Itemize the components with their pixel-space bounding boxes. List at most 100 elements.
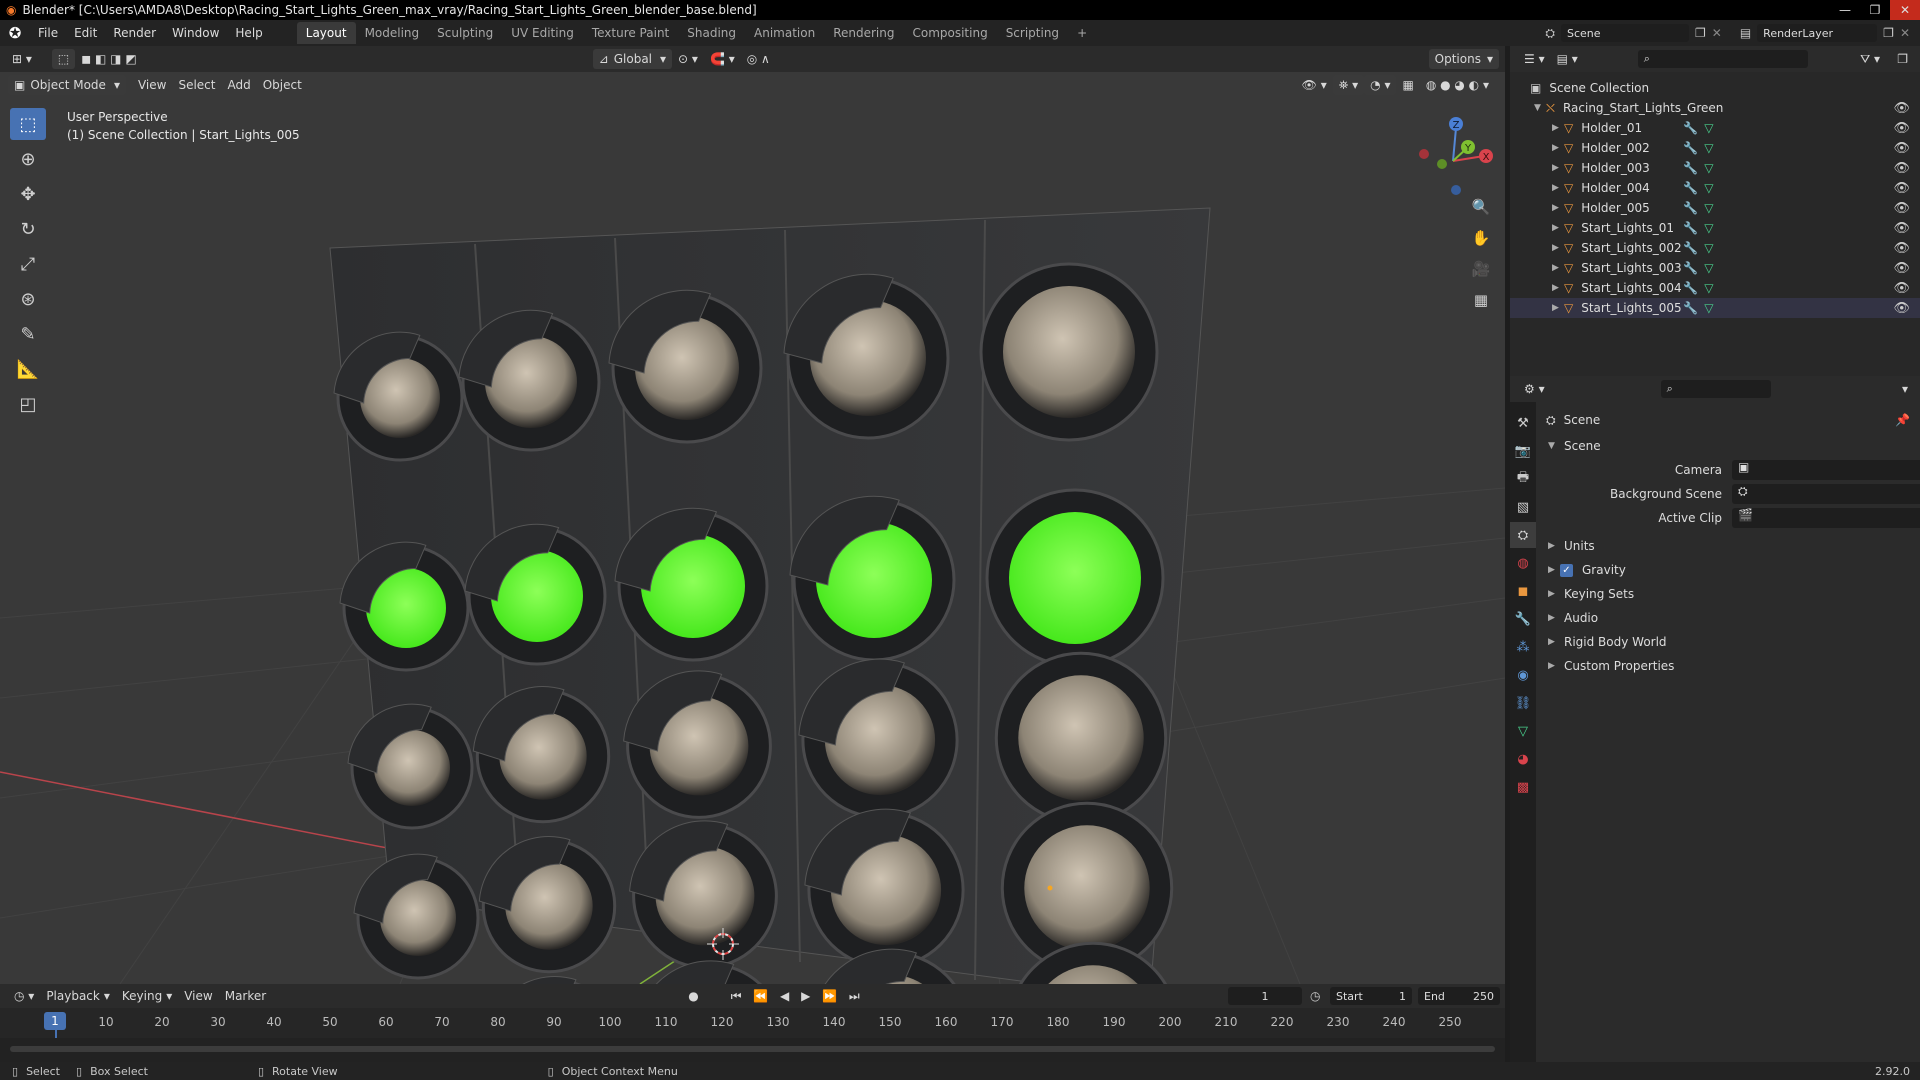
current-frame-field[interactable]: 1 (1228, 987, 1302, 1005)
visibility-eye-icon[interactable]: 👁 (1893, 261, 1910, 276)
proportional-editing-icon[interactable]: ◎ ∧ (741, 49, 776, 69)
mesh-data-icon[interactable]: ▽ (1704, 221, 1713, 235)
playback-controls[interactable]: ⏮ ⏪ ◀ ▶ ⏩ ⏭ (725, 986, 870, 1006)
mesh-data-icon[interactable]: ▽ (1704, 181, 1713, 195)
outliner-item[interactable]: ▶ ▽ Holder_01 🔧 ▽ 👁 (1510, 118, 1920, 138)
collection-row[interactable]: ▼ ⛌ Racing_Start_Lights_Green 👁 (1510, 98, 1920, 118)
gravity-checkbox[interactable]: ✓ (1560, 563, 1573, 577)
outliner-item[interactable]: ▶ ▽ Holder_003 🔧 ▽ 👁 (1510, 158, 1920, 178)
pivot-point-icon[interactable]: ⊙ ▾ (672, 49, 704, 69)
maximize-button[interactable]: ❐ (1860, 0, 1890, 20)
scene-tab-icon[interactable]: ⛭ (1510, 522, 1536, 548)
expand-right-icon[interactable]: ▶ (1552, 143, 1564, 153)
properties-editor-type-icon[interactable]: ⚙ ▾ (1518, 379, 1551, 399)
outliner-item[interactable]: ▶ ▽ Start_Lights_01 🔧 ▽ 👁 (1510, 218, 1920, 238)
modifier-tab-icon[interactable]: 🔧 (1510, 606, 1536, 632)
tab-rendering[interactable]: Rendering (824, 22, 903, 44)
visibility-eye-icon[interactable]: 👁 (1893, 241, 1910, 256)
visibility-eye-icon[interactable]: 👁 (1893, 121, 1910, 136)
blender-menu-icon[interactable]: ✪ (0, 24, 30, 42)
section-gravity[interactable]: ▶ ✓ Gravity (1542, 558, 1920, 582)
mesh-data-icon[interactable]: ▽ (1704, 161, 1713, 175)
tab-sculpting[interactable]: Sculpting (428, 22, 502, 44)
active-clip-field[interactable]: 🎬 (1732, 508, 1920, 528)
mesh-data-icon[interactable]: ▽ (1704, 301, 1713, 315)
renderlayer-field[interactable]: RenderLayer (1757, 24, 1878, 42)
properties-search-input[interactable]: ⌕ (1660, 380, 1771, 398)
world-tab-icon[interactable]: ◍ (1510, 550, 1536, 576)
outliner-item[interactable]: ▶ ▽ Holder_002 🔧 ▽ 👁 (1510, 138, 1920, 158)
cursor-tool-icon[interactable]: ⊕ (10, 143, 46, 175)
move-tool-icon[interactable]: ✥ (10, 178, 46, 210)
section-custom-properties[interactable]: ▶ Custom Properties (1542, 654, 1920, 678)
camera-field[interactable]: ▣ ✎ (1732, 460, 1920, 480)
constraints-tab-icon[interactable]: ⛓ (1510, 690, 1536, 716)
shading-modes-icons[interactable]: ◍ ● ◕ ◐ ▾ (1420, 75, 1495, 95)
outliner-item[interactable]: ▶ ▽ Holder_004 🔧 ▽ 👁 (1510, 178, 1920, 198)
start-frame-field[interactable]: Start 1 (1330, 987, 1412, 1005)
visibility-icon[interactable]: 👁 ▾ (1296, 75, 1333, 95)
xray-icon[interactable]: ▦ (1396, 75, 1419, 95)
menu-select[interactable]: Select (172, 75, 221, 95)
properties-options-icon[interactable]: ▾ (1896, 379, 1914, 399)
expand-right-icon[interactable]: ▶ (1552, 243, 1564, 253)
mesh-data-icon[interactable]: ▽ (1704, 141, 1713, 155)
tab-layout[interactable]: Layout (296, 22, 356, 44)
tab-scripting[interactable]: Scripting (997, 22, 1068, 44)
outliner-item[interactable]: ▶ ▽ Start_Lights_004 🔧 ▽ 👁 (1510, 278, 1920, 298)
filter-icon[interactable]: ⛛ ▾ (1854, 49, 1886, 69)
modifier-icon[interactable]: 🔧 (1683, 121, 1698, 135)
visibility-eye-icon[interactable]: 👁 (1893, 141, 1910, 156)
view-layer-tab-icon[interactable]: ▧ (1510, 494, 1536, 520)
menu-add[interactable]: Add (221, 75, 256, 95)
mesh-data-icon[interactable]: ▽ (1704, 201, 1713, 215)
menu-window[interactable]: Window (164, 26, 227, 40)
3d-viewport[interactable]: ⊞ ▾ ⬚ ◼ ◧ ◨ ◩ ⊿ Global ▾ ⊙ ▾ 🧲 ▾ ◎ ∧ Opt… (0, 46, 1505, 984)
particles-tab-icon[interactable]: ⁂ (1510, 634, 1536, 660)
tool-tab-icon[interactable]: ⚒ (1510, 410, 1536, 436)
snap-icon[interactable]: 🧲 ▾ (704, 49, 741, 69)
expand-right-icon[interactable]: ▶ (1552, 283, 1564, 293)
tab-modeling[interactable]: Modeling (356, 22, 429, 44)
section-audio[interactable]: ▶ Audio (1542, 606, 1920, 630)
tab-compositing[interactable]: Compositing (903, 22, 996, 44)
modifier-icon[interactable]: 🔧 (1683, 261, 1698, 275)
output-tab-icon[interactable]: 🖶 (1510, 466, 1536, 492)
visibility-eye-icon[interactable]: 👁 (1893, 301, 1910, 316)
playhead-frame[interactable]: 1 (44, 1012, 66, 1030)
scene-collection-row[interactable]: ▣ Scene Collection (1510, 78, 1920, 98)
measure-tool-icon[interactable]: 📐 (10, 353, 46, 385)
modifier-icon[interactable]: 🔧 (1683, 161, 1698, 175)
modifier-icon[interactable]: 🔧 (1683, 141, 1698, 155)
outliner-editor-type-icon[interactable]: ☰ ▾ (1518, 49, 1551, 69)
overlay-toggle-icon[interactable]: ◔ ▾ (1364, 75, 1397, 95)
menu-playback[interactable]: Playback ▾ (40, 986, 116, 1006)
add-workspace-icon[interactable]: + (1068, 22, 1096, 44)
tab-texture-paint[interactable]: Texture Paint (583, 22, 678, 44)
modifier-icon[interactable]: 🔧 (1683, 201, 1698, 215)
scene-field[interactable]: Scene (1561, 24, 1689, 42)
scene-icon[interactable]: ⛭ (1545, 26, 1555, 41)
modifier-icon[interactable]: 🔧 (1683, 181, 1698, 195)
end-frame-field[interactable]: End 250 (1418, 987, 1500, 1005)
object-tab-icon[interactable]: ◼ (1510, 578, 1536, 604)
expand-down-icon[interactable]: ▼ (1534, 103, 1546, 113)
scene-panel-header[interactable]: ▼ Scene (1542, 434, 1920, 458)
tab-animation[interactable]: Animation (745, 22, 824, 44)
visibility-eye-icon[interactable]: 👁 (1893, 221, 1910, 236)
orthographic-toggle-icon[interactable]: ▦ (1468, 287, 1494, 313)
expand-right-icon[interactable]: ▶ (1552, 263, 1564, 273)
close-button[interactable]: ✕ (1890, 0, 1920, 20)
outliner-search-input[interactable]: ⌕ (1637, 50, 1808, 68)
scene-render[interactable] (0, 98, 1505, 984)
zoom-icon[interactable]: 🔍 (1468, 194, 1494, 220)
delete-scene-icon[interactable]: ✕ (1712, 26, 1722, 40)
background-scene-field[interactable]: ⛭ (1732, 484, 1920, 504)
mesh-data-icon[interactable]: ▽ (1704, 121, 1713, 135)
transform-tool-icon[interactable]: ⊛ (10, 283, 46, 315)
tab-shading[interactable]: Shading (678, 22, 745, 44)
section-keying-sets[interactable]: ▶ Keying Sets (1542, 582, 1920, 606)
expand-right-icon[interactable]: ▶ (1552, 123, 1564, 133)
renderlayer-icon[interactable]: ▤ (1740, 26, 1751, 40)
pin-icon[interactable]: 📌 (1895, 413, 1910, 427)
